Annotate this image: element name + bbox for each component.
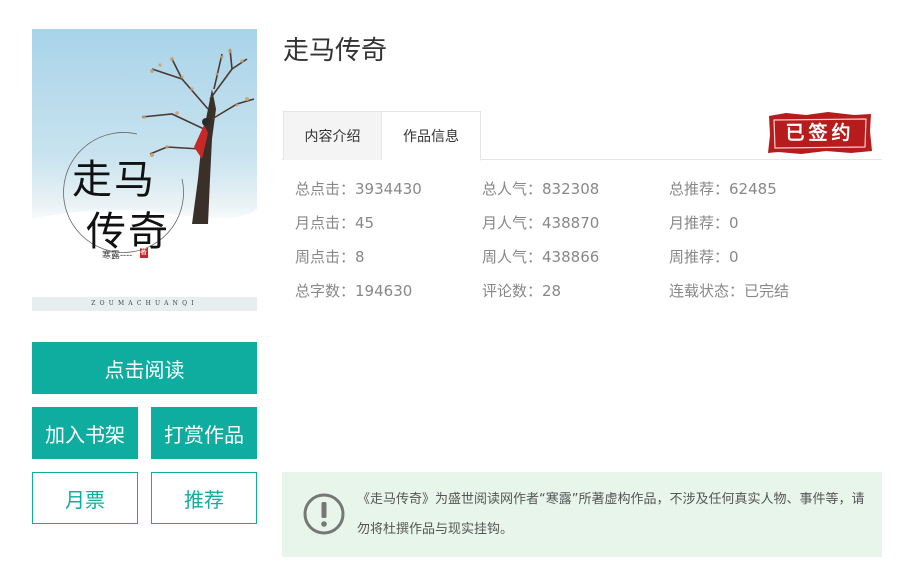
disclaimer-text: 《走马传奇》为盛世阅读网作者“寒露”所著虚构作品，不涉及任何真实人物、事件等，请… — [357, 492, 865, 537]
book-title: 走马传奇 — [283, 36, 388, 66]
recommend-button[interactable]: 推荐 — [151, 472, 257, 524]
read-button[interactable]: 点击阅读 — [32, 342, 257, 394]
disclaimer-notice: 《走马传奇》为盛世阅读网作者“寒露”所著虚构作品，不涉及任何真实人物、事件等，请… — [282, 472, 882, 557]
stamp-label: 已签约 — [785, 122, 855, 144]
stat-month-popularity: 月人气：438870 — [482, 214, 600, 232]
tab-work-info[interactable]: 作品信息 — [381, 111, 481, 161]
stat-month-recommend: 月推荐：0 — [669, 214, 739, 232]
monthly-ticket-button[interactable]: 月票 — [32, 472, 138, 524]
stat-month-clicks: 月点击：45 — [295, 214, 375, 232]
stat-week-clicks: 周点击：8 — [295, 248, 365, 266]
cover-author: 寒露---- — [102, 251, 133, 261]
stat-comment-count: 评论数：28 — [482, 282, 562, 300]
stat-week-popularity: 周人气：438866 — [482, 248, 600, 266]
stat-word-count: 总字数：194630 — [295, 282, 413, 300]
tab-content-intro[interactable]: 内容介绍 — [283, 111, 381, 160]
reward-button[interactable]: 打赏作品 — [151, 407, 257, 459]
add-to-shelf-button[interactable]: 加入书架 — [32, 407, 138, 459]
cover-title-line1: 走马 — [72, 157, 156, 203]
stat-week-recommend: 周推荐：0 — [669, 248, 739, 266]
stat-total-recommend: 总推荐：62485 — [669, 180, 777, 198]
stat-total-clicks: 总点击：3934430 — [295, 180, 422, 198]
stat-serial-status: 连载状态：已完结 — [669, 282, 790, 300]
book-cover[interactable]: 走马 传奇 寒露---- 著 ZOUMACHUANQI — [32, 29, 257, 311]
stat-total-popularity: 总人气：832308 — [482, 180, 600, 198]
cover-pinyin: ZOUMACHUANQI — [32, 297, 257, 311]
signed-stamp: 已签约 — [766, 111, 874, 155]
exclamation-icon — [303, 493, 345, 535]
cover-author-seal: 著 — [140, 248, 147, 256]
